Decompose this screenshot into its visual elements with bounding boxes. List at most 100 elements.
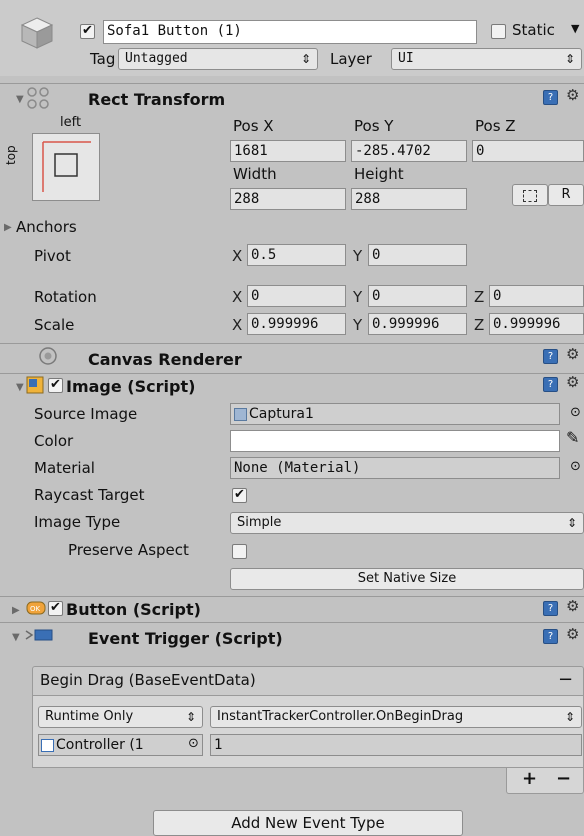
help-book-icon[interactable]: ? bbox=[543, 90, 558, 105]
pos-x-field[interactable]: 1681 bbox=[230, 140, 346, 162]
preserve-aspect-label: Preserve Aspect bbox=[68, 541, 189, 559]
gameobject-active-checkbox[interactable]: ✔ bbox=[80, 24, 95, 39]
scale-label: Scale bbox=[34, 316, 75, 334]
scale-y-axis-label: Y bbox=[353, 316, 363, 334]
runtime-dropdown[interactable]: Runtime Only ⇕ bbox=[38, 706, 203, 728]
svg-text:OK: OK bbox=[30, 605, 41, 613]
width-label: Width bbox=[233, 165, 277, 183]
rect-transform-icon bbox=[26, 86, 50, 110]
image-type-label: Image Type bbox=[34, 513, 121, 531]
rotation-y-field[interactable]: 0 bbox=[368, 285, 467, 307]
anchors-label[interactable]: Anchors bbox=[16, 218, 77, 236]
event-trigger-title: Event Trigger (Script) bbox=[88, 629, 283, 648]
gear-icon[interactable]: ⚙ bbox=[566, 345, 579, 363]
chevron-updown-icon: ⇕ bbox=[564, 52, 575, 66]
height-label: Height bbox=[354, 165, 404, 183]
remove-listener-button[interactable]: − bbox=[556, 768, 571, 789]
anchor-presets-button[interactable] bbox=[32, 133, 100, 201]
anchor-horizontal-label: left bbox=[60, 115, 82, 130]
rotation-y-axis-label: Y bbox=[353, 288, 363, 306]
anchors-foldout-icon[interactable]: ▶ bbox=[4, 222, 12, 233]
pivot-x-field[interactable]: 0.5 bbox=[247, 244, 346, 266]
height-field[interactable]: 288 bbox=[351, 188, 467, 210]
help-book-icon[interactable]: ? bbox=[543, 629, 558, 644]
add-remove-footer bbox=[506, 768, 584, 794]
remove-event-button[interactable]: − bbox=[558, 669, 573, 690]
event-name-label: Begin Drag (BaseEventData) bbox=[40, 671, 256, 689]
object-picker-icon[interactable]: ⊙ bbox=[570, 405, 581, 420]
width-field[interactable]: 288 bbox=[230, 188, 346, 210]
static-dropdown-arrow[interactable]: ▼ bbox=[571, 22, 579, 35]
pos-z-label: Pos Z bbox=[475, 117, 516, 135]
pivot-y-axis-label: Y bbox=[353, 247, 363, 265]
gear-icon[interactable]: ⚙ bbox=[566, 373, 579, 391]
color-label: Color bbox=[34, 432, 74, 450]
help-book-icon[interactable]: ? bbox=[543, 349, 558, 364]
foldout-arrow-icon[interactable]: ▼ bbox=[16, 94, 24, 105]
image-type-dropdown[interactable]: Simple ⇕ bbox=[230, 512, 584, 534]
set-native-size-button[interactable]: Set Native Size bbox=[230, 568, 584, 590]
gear-icon[interactable]: ⚙ bbox=[566, 597, 579, 615]
pivot-x-axis-label: X bbox=[232, 247, 243, 265]
foldout-arrow-icon[interactable]: ▶ bbox=[12, 605, 20, 616]
rotation-z-axis-label: Z bbox=[474, 288, 485, 306]
gear-icon[interactable]: ⚙ bbox=[566, 86, 579, 104]
raycast-target-checkbox[interactable]: ✔ bbox=[232, 488, 247, 503]
layer-value: UI bbox=[398, 51, 414, 66]
scale-x-field[interactable]: 0.999996 bbox=[247, 313, 346, 335]
help-book-icon[interactable]: ? bbox=[543, 601, 558, 616]
layer-label: Layer bbox=[330, 50, 372, 68]
scale-z-axis-label: Z bbox=[474, 316, 485, 334]
sprite-icon bbox=[234, 407, 247, 421]
rotation-z-field[interactable]: 0 bbox=[489, 285, 584, 307]
rotation-x-axis-label: X bbox=[232, 288, 243, 306]
material-field[interactable]: None (Material) bbox=[230, 457, 560, 479]
chevron-updown-icon: ⇕ bbox=[300, 52, 311, 66]
gameobject-name-field[interactable]: Sofa1 Button (1) bbox=[103, 20, 477, 44]
image-enabled-checkbox[interactable]: ✔ bbox=[48, 378, 63, 393]
gear-icon[interactable]: ⚙ bbox=[566, 625, 579, 643]
chevron-updown-icon: ⇕ bbox=[566, 516, 577, 530]
canvas-renderer-title: Canvas Renderer bbox=[88, 350, 242, 369]
material-label: Material bbox=[34, 459, 95, 477]
pos-x-label: Pos X bbox=[233, 117, 274, 135]
help-book-icon[interactable]: ? bbox=[543, 377, 558, 392]
source-image-value: Captura1 bbox=[249, 406, 314, 422]
source-image-field[interactable]: Captura1 bbox=[230, 403, 560, 425]
image-script-title: Image (Script) bbox=[66, 377, 196, 396]
add-listener-button[interactable]: + bbox=[522, 768, 537, 789]
button-enabled-checkbox[interactable]: ✔ bbox=[48, 601, 63, 616]
raw-edit-button[interactable]: R bbox=[548, 184, 584, 206]
rotation-label: Rotation bbox=[34, 288, 97, 306]
blueprint-mode-button[interactable] bbox=[512, 184, 548, 206]
tag-dropdown[interactable]: Untagged ⇕ bbox=[118, 48, 318, 70]
function-dropdown[interactable]: InstantTrackerController.OnBeginDrag ⇕ bbox=[210, 706, 582, 728]
object-picker-icon[interactable]: ⊙ bbox=[570, 459, 581, 474]
canvas-renderer-icon bbox=[38, 346, 58, 366]
add-new-event-type-button[interactable]: Add New Event Type bbox=[153, 810, 463, 836]
object-picker-icon[interactable]: ⊙ bbox=[188, 736, 199, 751]
rect-transform-title: Rect Transform bbox=[88, 90, 226, 109]
image-type-value: Simple bbox=[237, 515, 282, 530]
pos-y-field[interactable]: -285.4702 bbox=[351, 140, 467, 162]
rotation-x-field[interactable]: 0 bbox=[247, 285, 346, 307]
target-object-field[interactable]: Controller (1 bbox=[38, 734, 203, 756]
pivot-y-field[interactable]: 0 bbox=[368, 244, 467, 266]
pivot-label: Pivot bbox=[34, 247, 71, 265]
button-component-icon: OK bbox=[26, 600, 46, 616]
button-script-title: Button (Script) bbox=[66, 600, 201, 619]
preserve-aspect-checkbox[interactable] bbox=[232, 544, 247, 559]
scale-y-field[interactable]: 0.999996 bbox=[368, 313, 467, 335]
foldout-arrow-icon[interactable]: ▼ bbox=[16, 382, 24, 393]
pos-z-field[interactable]: 0 bbox=[472, 140, 584, 162]
foldout-arrow-icon[interactable]: ▼ bbox=[12, 632, 20, 643]
argument-field[interactable]: 1 bbox=[210, 734, 582, 756]
layer-dropdown[interactable]: UI ⇕ bbox=[391, 48, 582, 70]
event-trigger-icon bbox=[24, 627, 54, 643]
scale-z-field[interactable]: 0.999996 bbox=[489, 313, 584, 335]
chevron-updown-icon: ⇕ bbox=[185, 710, 196, 724]
static-checkbox[interactable] bbox=[491, 24, 506, 39]
color-swatch-field[interactable] bbox=[230, 430, 560, 452]
eyedropper-icon[interactable]: ✎ bbox=[566, 428, 579, 447]
source-image-label: Source Image bbox=[34, 405, 138, 423]
